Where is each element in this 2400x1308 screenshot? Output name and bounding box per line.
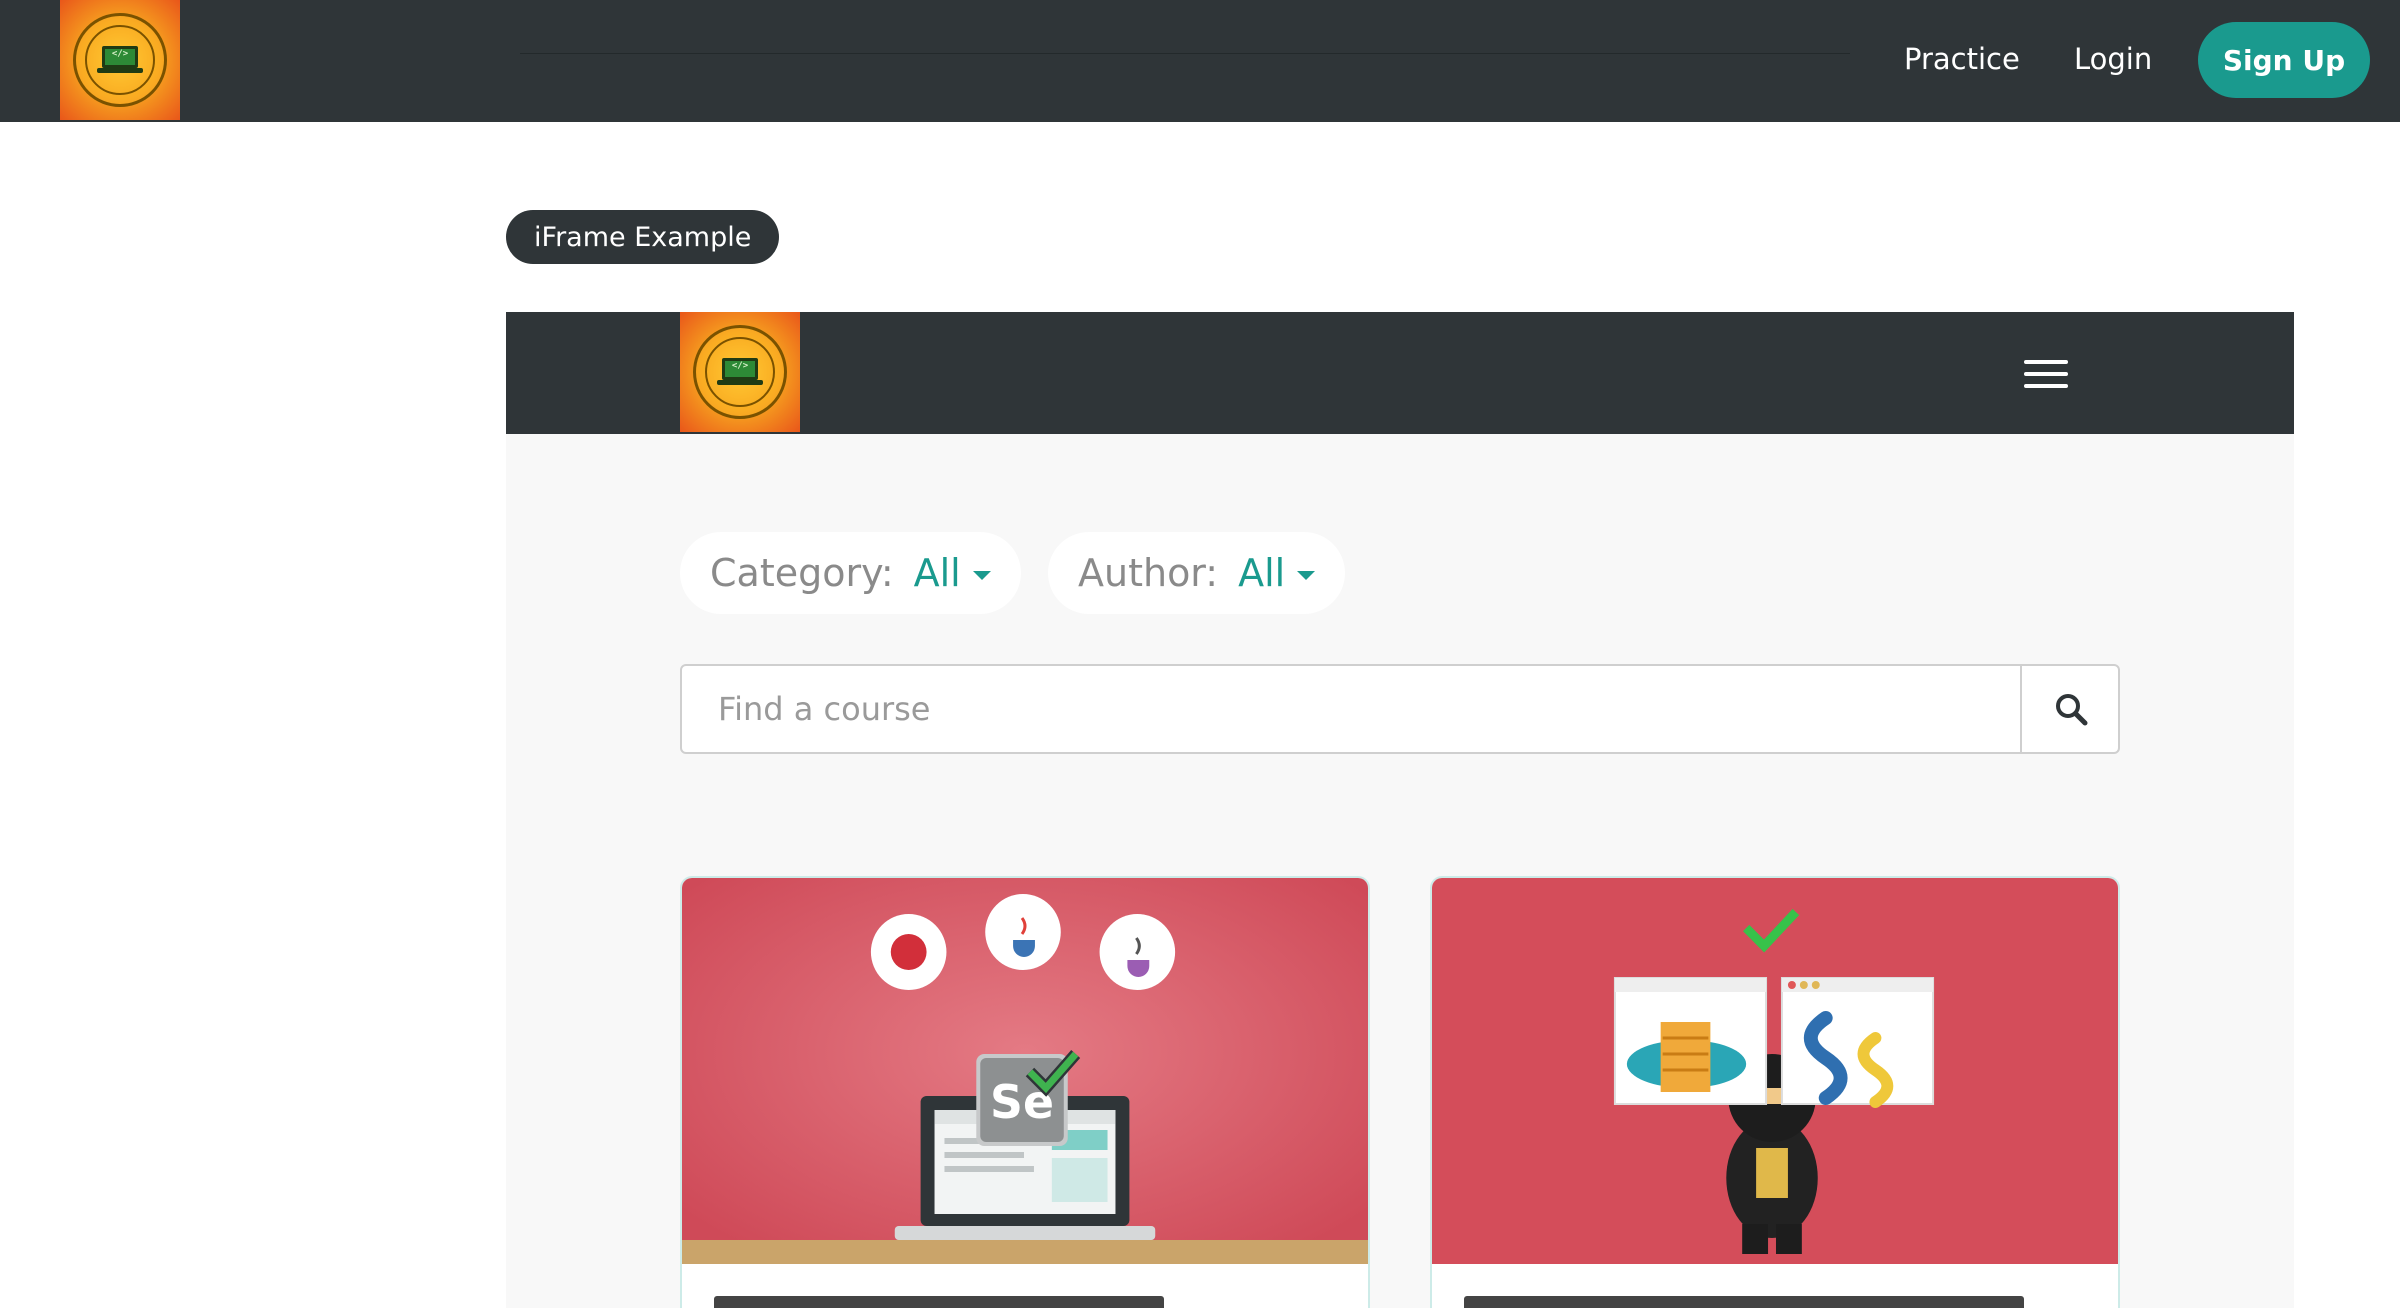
iframe-navbar: </> — [506, 312, 2294, 434]
nav-link-practice[interactable]: Practice — [1904, 42, 2020, 76]
iframe-site-logo[interactable]: </> — [680, 312, 800, 432]
author-filter[interactable]: Author: All — [1048, 532, 1346, 614]
laptop-base-icon — [717, 380, 763, 385]
course-card[interactable] — [1430, 876, 2120, 1308]
site-logo[interactable]: </> — [60, 0, 180, 120]
navbar-divider — [520, 53, 1850, 54]
hamburger-menu-icon[interactable] — [2024, 360, 2068, 388]
signup-button[interactable]: Sign Up — [2198, 22, 2370, 98]
course-thumbnail-selenium-python — [1432, 878, 2118, 1264]
code-brackets-icon: </> — [731, 361, 749, 371]
course-thumbnail-selenium-java: Se — [682, 878, 1368, 1264]
author-filter-label: Author: — [1078, 551, 1219, 595]
nav-link-login[interactable]: Login — [2074, 42, 2152, 76]
course-card[interactable]: Se — [680, 876, 1370, 1308]
top-navbar: </> Practice Login Sign Up — [0, 0, 2400, 122]
category-filter[interactable]: Category: All — [680, 532, 1021, 614]
author-filter-value[interactable]: All — [1238, 551, 1285, 595]
course-title-partial — [714, 1296, 1164, 1308]
course-search-input[interactable] — [682, 666, 2020, 752]
search-button[interactable] — [2020, 666, 2120, 752]
caret-down-icon — [972, 570, 991, 580]
search-icon — [2056, 694, 2088, 726]
course-search-box — [680, 664, 2120, 754]
category-filter-value[interactable]: All — [914, 551, 961, 595]
code-brackets-icon: </> — [111, 49, 129, 59]
caret-down-icon — [1297, 570, 1316, 580]
category-filter-label: Category: — [710, 551, 894, 595]
laptop-base-icon — [97, 68, 143, 73]
iframe-container: </> Category: All Author: All Find a cou… — [506, 312, 2294, 1308]
section-title-pill: iFrame Example — [506, 210, 780, 264]
course-title-partial — [1464, 1296, 2024, 1308]
